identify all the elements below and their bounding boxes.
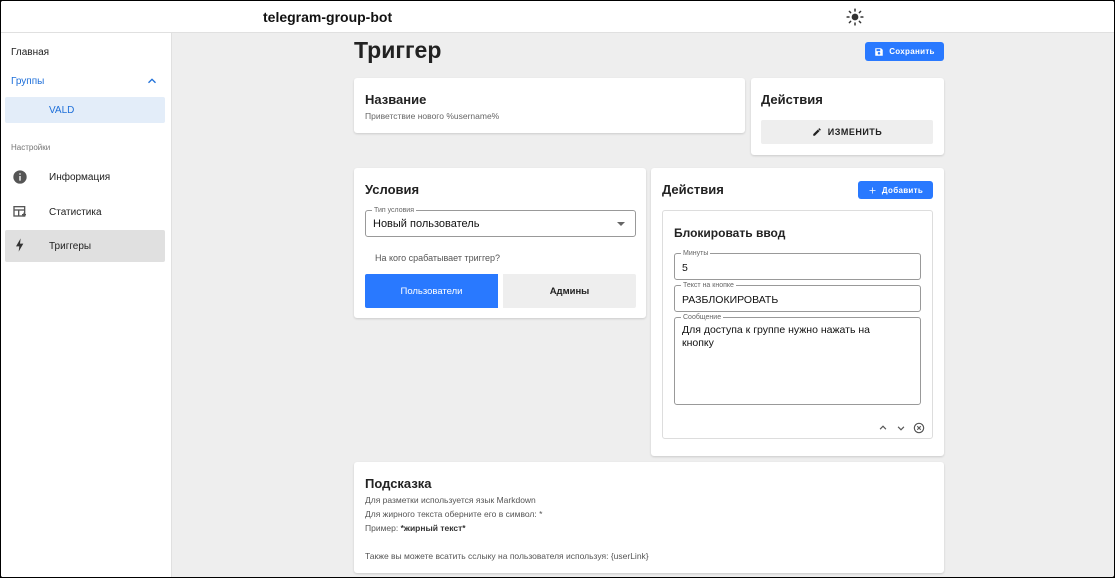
actions-summary-card: Действия ИЗМЕНИТЬ [751,78,944,155]
minutes-value: 5 [682,262,688,274]
chevron-up-icon [148,78,156,84]
bolt-icon [16,238,24,252]
plus-icon [869,187,876,193]
sidebar-item-stats[interactable]: Статистика [5,197,165,227]
name-card-title: Название [365,92,427,107]
condition-type-select[interactable]: Тип условия Новый пользователь [365,206,636,237]
sidebar-item-info[interactable]: Информация [5,162,165,192]
action-item-controls [876,421,926,435]
name-card: Название Приветствие нового %username% [354,78,745,133]
hint-title: Подсказка [365,476,432,491]
actions-card-title: Действия [761,92,823,107]
chevron-up-icon[interactable] [876,421,890,435]
sidebar-item-groups[interactable]: Группы [5,66,165,96]
sidebar-item-label: Триггеры [49,240,92,252]
button-text-field[interactable]: Текст на кнопке РАЗБЛОКИРОВАТЬ [674,281,921,312]
hint-line-3: Пример: *жирный текст* [365,523,466,533]
save-button-label: Сохранить [889,47,935,56]
actions-list-title: Действия [662,182,724,197]
sidebar-item-vald[interactable]: VALD [5,97,165,123]
message-field[interactable]: Сообщение Для доступа к группе нужно наж… [674,313,921,405]
trigger-name: Приветствие нового %username% [365,111,500,121]
conditions-title: Условия [365,182,420,197]
info-icon [13,170,27,184]
app-bar: telegram-group-bot [1,1,1114,33]
add-action-label: Добавить [881,185,924,195]
pencil-icon [812,128,821,136]
minutes-legend: Минуты [681,249,711,258]
change-button[interactable]: ИЗМЕНИТЬ [761,120,933,144]
users-toggle-button[interactable]: Пользователи [365,274,498,308]
settings-section-label: Настройки [11,143,51,152]
app-title: telegram-group-bot [263,9,393,25]
sidebar-item-label: Информация [49,171,111,183]
hint-example-prefix: Пример: [365,523,401,533]
hint-line-1: Для разметки используется язык Markdown [365,495,536,505]
condition-type-value: Новый пользователь [373,218,480,230]
button-text-legend: Текст на кнопке [681,281,736,290]
table-chart-icon [13,206,26,217]
button-text-value: РАЗБЛОКИРОВАТЬ [682,294,779,306]
sidebar-item-label: Группы [11,75,45,87]
chevron-down-icon[interactable] [894,421,908,435]
remove-circle-icon[interactable] [912,421,926,435]
save-button[interactable]: Сохранить [865,42,944,61]
save-icon [875,47,883,56]
action-item-block-input: Блокировать ввод Минуты 5 Текст на кнопк… [662,210,933,439]
minutes-field[interactable]: Минуты 5 [674,249,921,280]
add-action-button[interactable]: Добавить [858,181,933,199]
sidebar: Главная Группы VALD Настройки Информация [1,33,172,577]
hint-card: Подсказка Для разметки используется язык… [354,462,944,573]
sidebar-item-label: Статистика [49,206,102,218]
sidebar-item-label: Главная [11,46,50,58]
message-value: Для доступа к группе нужно нажать на кно… [682,324,870,349]
change-button-label: ИЗМЕНИТЬ [827,127,883,137]
hint-line-4: Также вы можете всатить сслыку на пользо… [365,551,649,561]
page-title: Триггер [354,37,442,63]
conditions-card: Условия Тип условия Новый пользователь Н… [354,168,646,318]
action-item-title: Блокировать ввод [674,226,786,240]
trigger-target-label: На кого срабатывает триггер? [375,253,501,263]
admins-toggle-button[interactable]: Админы [503,274,636,308]
hint-example-bold: *жирный текст* [400,523,466,533]
condition-type-legend: Тип условия [372,206,417,215]
actions-list-card: Действия Добавить Блокировать ввод Минут… [651,168,944,456]
dropdown-arrow-icon [617,222,625,226]
sidebar-item-label: VALD [49,104,75,116]
sidebar-item-triggers[interactable]: Триггеры [5,230,165,262]
hint-line-2: Для жирного текста оберните его в символ… [365,509,543,519]
sun-icon[interactable] [846,8,864,26]
message-legend: Сообщение [681,313,724,322]
sidebar-item-home[interactable]: Главная [5,37,165,67]
app-window: telegram-group-bot Главная Группы VALD Н… [1,1,1114,577]
